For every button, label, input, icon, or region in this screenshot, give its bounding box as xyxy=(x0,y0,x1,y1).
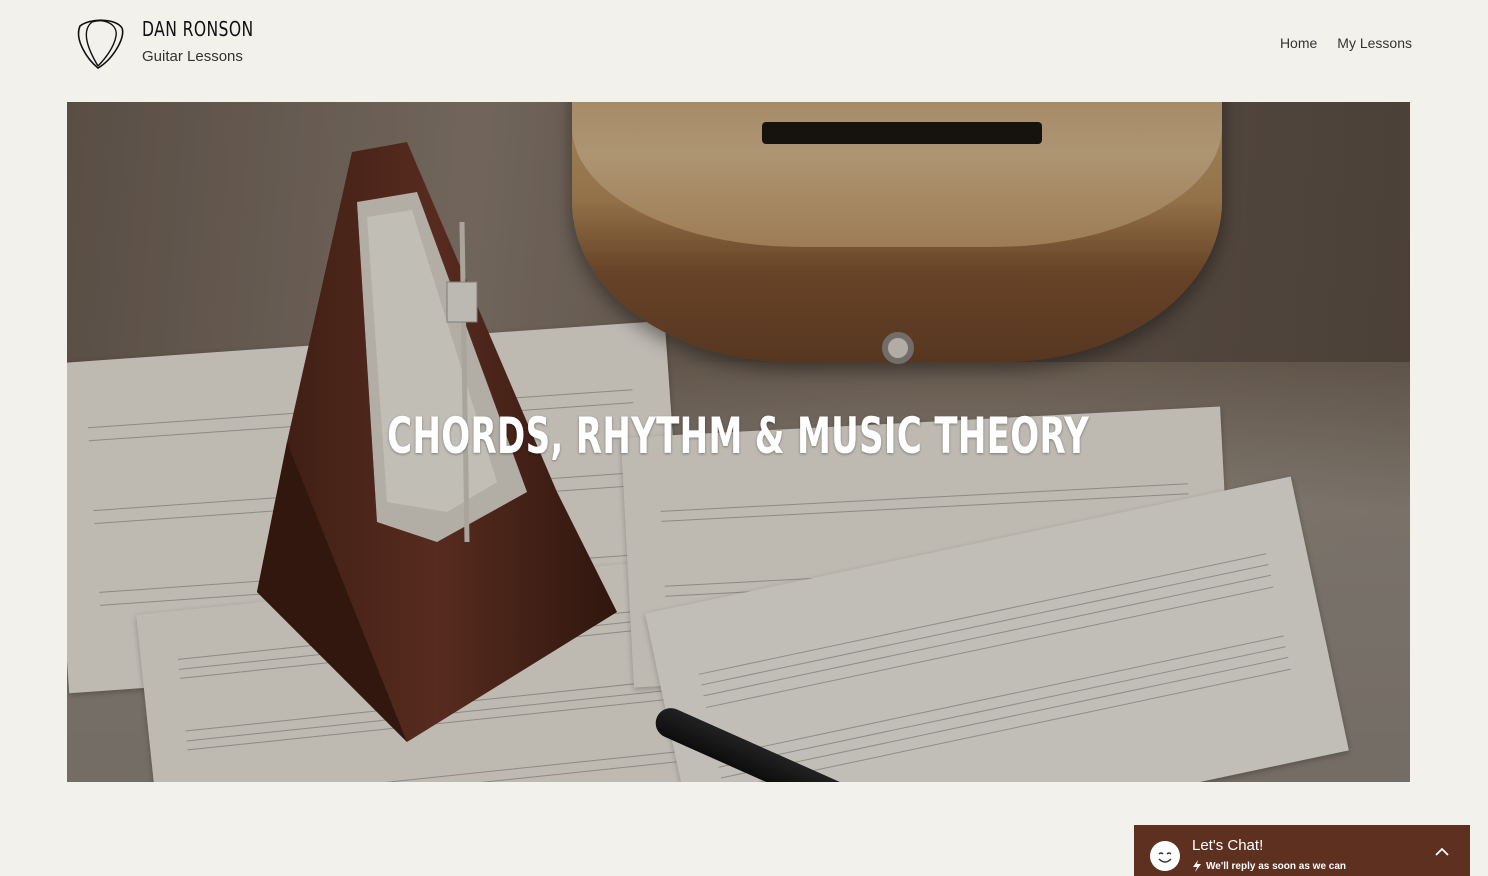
hero-title-text: CHORDS, RHYTHM & MUSIC THEORY xyxy=(387,407,1090,465)
main-nav: Home My Lessons xyxy=(1280,35,1412,51)
site-header: DAN RONSON Guitar Lessons Home My Lesson… xyxy=(0,0,1488,102)
chat-subtitle: We'll reply as soon as we can xyxy=(1192,860,1346,872)
chat-title: Let's Chat! xyxy=(1192,837,1264,854)
chat-widget[interactable]: Let's Chat! We'll reply as soon as we ca… xyxy=(1134,825,1470,876)
chat-avatar-icon xyxy=(1150,841,1180,871)
chevron-up-icon[interactable] xyxy=(1434,845,1450,857)
nav-my-lessons[interactable]: My Lessons xyxy=(1337,35,1412,51)
lightning-icon xyxy=(1193,860,1201,872)
hero-title: CHORDS, RHYTHM & MUSIC THEORY xyxy=(67,407,1410,465)
guitar-pick-icon[interactable] xyxy=(72,16,128,70)
chat-subtitle-text: We'll reply as soon as we can xyxy=(1206,860,1347,872)
hero-banner: CHORDS, RHYTHM & MUSIC THEORY xyxy=(67,102,1410,782)
brand-name[interactable]: DAN RONSON xyxy=(142,17,254,41)
nav-home[interactable]: Home xyxy=(1280,35,1317,51)
brand-tagline: Guitar Lessons xyxy=(142,48,243,65)
